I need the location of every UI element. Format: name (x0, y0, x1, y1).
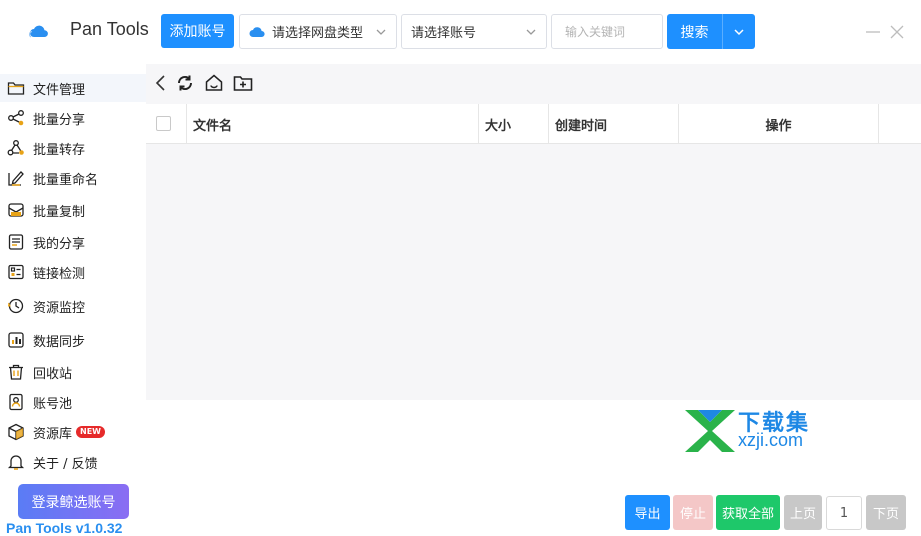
rename-icon (8, 171, 24, 186)
search-dropdown-button[interactable] (722, 14, 755, 49)
sidebar-item-link-check[interactable]: 链接检测 (0, 258, 146, 286)
sidebar-item-my-share[interactable]: 我的分享 (0, 228, 146, 256)
column-header-actions: 操作 (679, 104, 879, 144)
sidebar-item-resource-library[interactable]: 资源库 NEW (0, 418, 146, 446)
sidebar-item-label: 批量复制 (33, 204, 86, 220)
select-all-checkbox[interactable] (156, 116, 171, 131)
copy-icon (8, 203, 24, 217)
back-icon[interactable] (151, 73, 171, 93)
version-label: Pan Tools v1.0.32 (6, 520, 123, 536)
watermark-logo-icon (685, 410, 735, 452)
sidebar-item-label: 批量重命名 (33, 172, 99, 188)
account-select[interactable]: 请选择账号 (401, 14, 547, 49)
column-header-size[interactable]: 大小 (479, 104, 549, 144)
chevron-down-icon (526, 29, 536, 35)
sidebar-item-label: 链接检测 (33, 266, 86, 282)
cloud-icon (249, 26, 265, 37)
column-header-name[interactable]: 文件名 (187, 104, 479, 144)
link-check-icon (8, 264, 24, 280)
sidebar-item-batch-transfer[interactable]: 批量转存 (0, 134, 146, 162)
sidebar-item-label: 我的分享 (33, 236, 86, 252)
sidebar-item-resource-monitor[interactable]: 资源监控 (0, 292, 146, 320)
home-icon[interactable] (204, 73, 224, 93)
sidebar-item-label: 账号池 (33, 396, 73, 412)
close-icon[interactable] (889, 24, 905, 40)
export-button[interactable]: 导出 (625, 495, 670, 530)
my-share-icon (8, 234, 24, 250)
sidebar-item-batch-rename[interactable]: 批量重命名 (0, 164, 146, 192)
sidebar-item-about-feedback[interactable]: 关于 / 反馈 (0, 448, 146, 476)
file-panel: 文件名 大小 创建时间 操作 (146, 64, 921, 400)
sidebar-item-data-sync[interactable]: 数据同步 (0, 326, 146, 354)
minimize-icon[interactable] (865, 24, 881, 40)
sidebar-item-batch-copy[interactable]: 批量复制 (0, 196, 146, 224)
new-badge: NEW (76, 426, 105, 438)
watermark-en-text: xzji.com (738, 430, 804, 450)
chevron-down-icon (376, 29, 386, 35)
prev-page-button[interactable]: 上页 (784, 495, 822, 530)
stop-button[interactable]: 停止 (673, 495, 713, 530)
drive-type-select[interactable]: 请选择网盘类型 (239, 14, 397, 49)
transfer-icon (7, 140, 24, 156)
cloud-logo-icon (28, 25, 48, 38)
column-header-created[interactable]: 创建时间 (549, 104, 679, 144)
chevron-down-icon (734, 28, 744, 35)
select-all-cell (146, 104, 187, 144)
sidebar-item-label: 文件管理 (33, 82, 86, 98)
file-toolbar (146, 64, 921, 100)
refresh-icon[interactable] (175, 73, 195, 93)
sidebar-item-label: 回收站 (33, 366, 73, 382)
sidebar-item-label: 资源库 (33, 426, 73, 442)
account-placeholder: 请选择账号 (411, 26, 477, 41)
sidebar-item-label: 批量转存 (33, 142, 86, 158)
add-account-button[interactable]: 添加账号 (161, 14, 234, 48)
file-table-header: 文件名 大小 创建时间 操作 (146, 104, 921, 144)
next-page-button[interactable]: 下页 (866, 495, 906, 530)
app-title: Pan Tools (70, 19, 149, 39)
account-pool-icon (9, 393, 23, 411)
share-icon (8, 110, 24, 126)
sidebar-item-label: 资源监控 (33, 300, 86, 316)
keyword-input[interactable] (551, 14, 663, 49)
top-bar: Pan Tools 添加账号 请选择网盘类型 请选择账号 搜索 (0, 0, 921, 64)
folder-icon (7, 82, 25, 95)
drive-type-placeholder: 请选择网盘类型 (272, 26, 364, 41)
sidebar-item-recycle-bin[interactable]: 回收站 (0, 358, 146, 386)
pan-tools-window: Pan Tools 添加账号 请选择网盘类型 请选择账号 搜索 (0, 0, 921, 536)
sidebar: 文件管理 批量分享 批量转存 批量重命名 批量复制 我的分享 链接检测 资源监控… (0, 64, 146, 536)
new-folder-icon[interactable] (233, 73, 253, 93)
search-button[interactable]: 搜索 (667, 14, 722, 49)
trash-icon (9, 364, 23, 380)
page-number-input[interactable] (826, 496, 862, 530)
sidebar-item-label: 批量分享 (33, 112, 86, 128)
sidebar-item-account-pool[interactable]: 账号池 (0, 388, 146, 416)
sidebar-item-file-manager[interactable]: 文件管理 (0, 74, 146, 102)
bell-icon (7, 455, 25, 470)
monitor-icon (8, 298, 24, 314)
sidebar-item-label: 关于 / 反馈 (33, 456, 98, 472)
login-account-button[interactable]: 登录鲸选账号 (18, 484, 129, 519)
sidebar-item-batch-share[interactable]: 批量分享 (0, 104, 146, 132)
sidebar-item-label: 数据同步 (33, 334, 86, 350)
library-icon (8, 423, 24, 441)
sync-icon (8, 332, 24, 348)
get-all-button[interactable]: 获取全部 (716, 495, 780, 530)
